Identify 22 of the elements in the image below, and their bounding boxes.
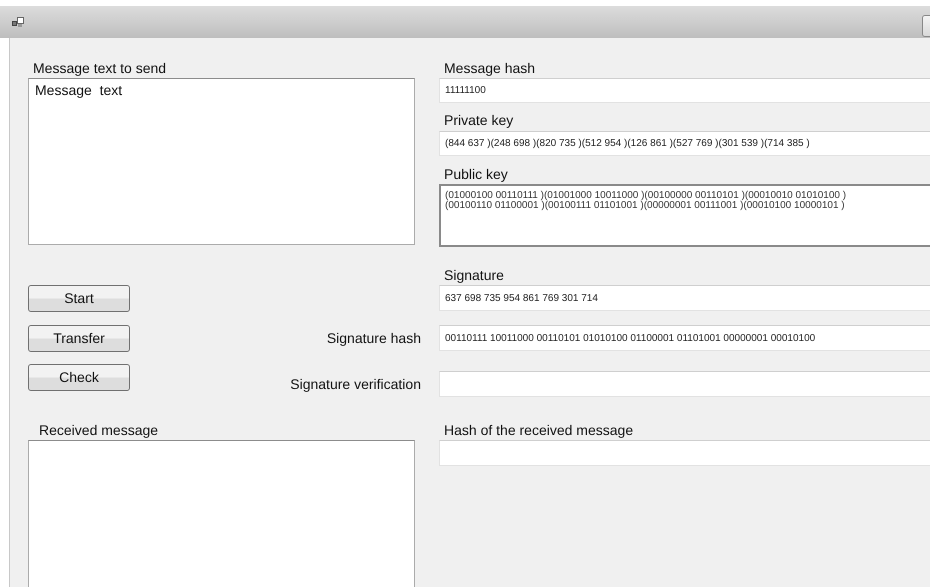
action-button[interactable]: Transfer bbox=[28, 324, 130, 352]
action-button[interactable]: Check bbox=[28, 364, 130, 390]
field-label: Message text to send bbox=[32, 60, 168, 78]
app-icon bbox=[12, 17, 24, 28]
received-message-text-area[interactable] bbox=[28, 440, 415, 587]
input-field[interactable] bbox=[439, 440, 930, 466]
field-label: Signature bbox=[443, 267, 505, 285]
field-label: Signature verification bbox=[290, 376, 421, 392]
field-label: Signature hash bbox=[326, 330, 421, 346]
field-label: Received message bbox=[38, 422, 160, 440]
input-field[interactable] bbox=[439, 371, 930, 397]
action-button[interactable]: Start bbox=[28, 284, 130, 312]
message-text-area[interactable]: Message text bbox=[28, 78, 415, 245]
input-field[interactable]: 11111100 bbox=[439, 78, 930, 103]
input-field[interactable]: 00110111 10011000 00110101 01010100 01100001 01101001 00000001 00010100 bbox=[439, 325, 930, 351]
field-label: Public key bbox=[443, 166, 509, 184]
field-label: Message hash bbox=[443, 60, 536, 78]
input-field[interactable]: (844 637 )(248 698 )(820 735 )(512 954 )(126 861 )(527 769 )(301 539 )(714 385 ) bbox=[439, 131, 930, 156]
field-label: Private key bbox=[443, 112, 514, 130]
public-key-text-area[interactable]: (01000100 00110111 )(01001000 10011000 )(00100000 00110101 )(00010010 01010100 ) (00100110 01100001 )(00100111 01101001 )(00000001 00111001 )(00010100 10000101 ) bbox=[439, 184, 930, 247]
input-field[interactable]: 637 698 735 954 861 769 301 714 bbox=[439, 285, 930, 311]
field-label: Hash of the received message bbox=[443, 422, 634, 440]
